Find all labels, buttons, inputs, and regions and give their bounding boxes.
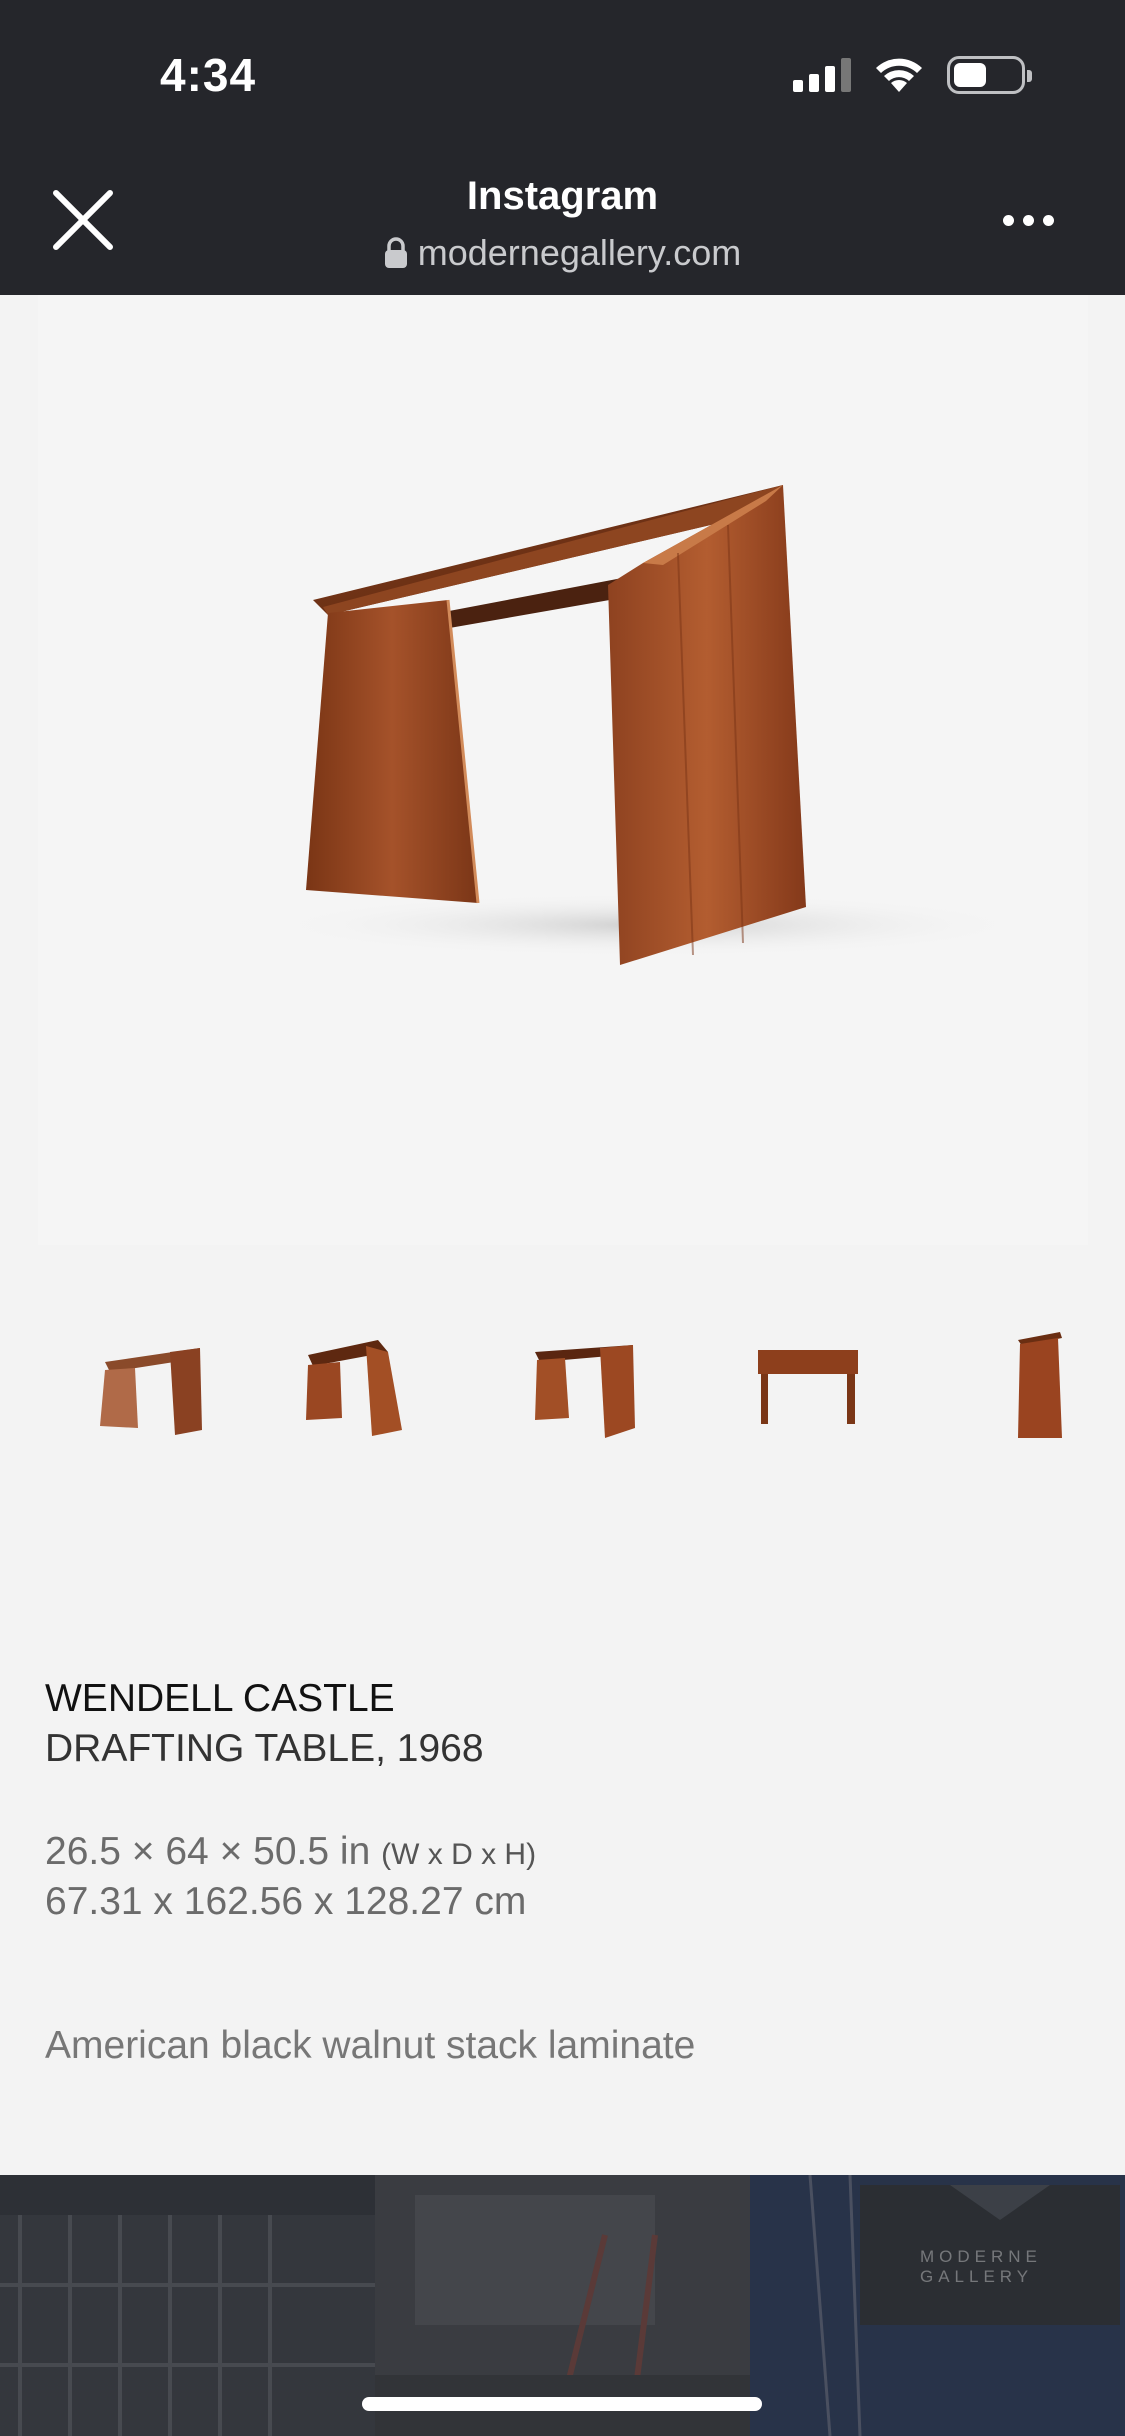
- dimensions-unit-label: (W x D x H): [381, 1838, 537, 1871]
- artwork-title: DRAFTING TABLE, 1968: [45, 1727, 484, 1770]
- dimensions-centimeters: 67.31 x 162.56 x 128.27 cm: [45, 1880, 527, 1923]
- artist-name: WENDELL CASTLE: [45, 1677, 395, 1720]
- thumbnail-strip: [50, 1310, 1090, 1460]
- status-time: 4:34: [160, 49, 257, 101]
- home-indicator[interactable]: [362, 2397, 762, 2411]
- more-options-icon[interactable]: [1003, 200, 1063, 240]
- product-main-image[interactable]: [38, 295, 1088, 1245]
- table-angle-2-thumbnail[interactable]: [268, 1310, 438, 1460]
- lock-icon: [384, 237, 407, 268]
- url-bar[interactable]: modernegallery.com: [0, 232, 1125, 274]
- table-angle-3-thumbnail[interactable]: [485, 1310, 655, 1460]
- material-description: American black walnut stack laminate: [45, 2024, 696, 2067]
- table-side-thumbnail[interactable]: [920, 1310, 1090, 1460]
- table-angle-1-thumbnail[interactable]: [50, 1310, 220, 1460]
- drafting-table-image: [268, 485, 1028, 965]
- page-title: Instagram: [466, 174, 659, 218]
- wifi-icon: [876, 58, 922, 92]
- gallery-sign-text: MODERNE GALLERY: [920, 2247, 1042, 2286]
- dimensions-in-value: 26.5 × 64 × 50.5 in: [45, 1830, 371, 1873]
- url-text: modernegallery.com: [417, 232, 742, 273]
- battery-icon: [947, 56, 1032, 94]
- table-front-thumbnail[interactable]: [703, 1310, 873, 1460]
- gallery-sign-image: MODERNE GALLERY: [750, 2175, 1125, 2436]
- cellular-signal-icon: [793, 58, 851, 92]
- dimensions-inches: 26.5 × 64 × 50.5 in (W x D x H): [45, 1830, 536, 1874]
- status-icons: [793, 56, 1032, 94]
- gallery-storefront-image: [0, 2175, 375, 2436]
- browser-header: 4:34 Instagram modernegallery.com: [0, 0, 1125, 295]
